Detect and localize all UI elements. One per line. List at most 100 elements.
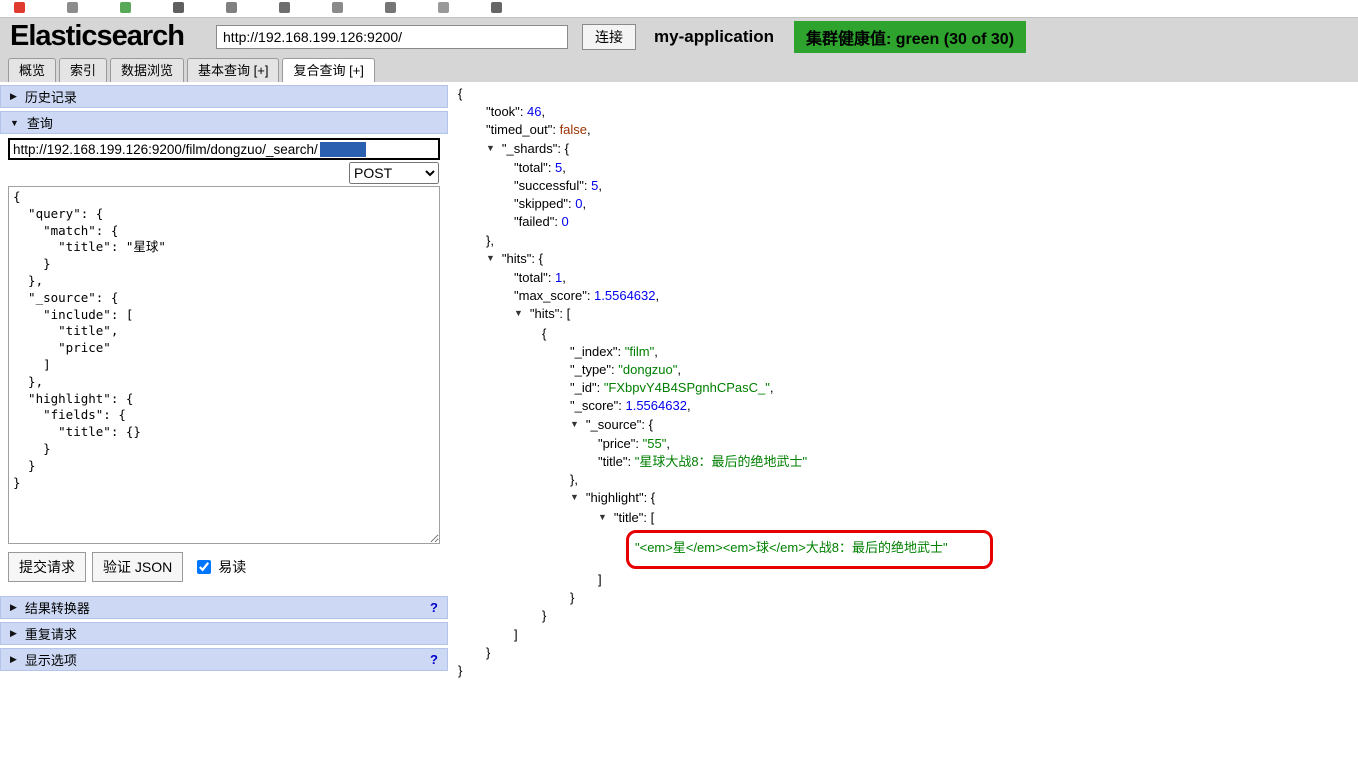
- base-url-input[interactable]: [216, 24, 569, 49]
- readable-toggle: 易读: [193, 557, 246, 577]
- help-icon[interactable]: ?: [430, 600, 438, 615]
- help-icon[interactable]: ?: [430, 652, 438, 667]
- json-key: "failed": [514, 214, 555, 230]
- json-punct: : {: [557, 140, 569, 156]
- request-url-input[interactable]: http://192.168.199.126:9200/film/dongzuo…: [8, 138, 440, 160]
- json-punct: :: [547, 159, 556, 175]
- collapse-toggle-icon[interactable]: ▼: [486, 249, 495, 267]
- json-line: "total": 5,: [450, 159, 993, 177]
- tab-overview[interactable]: 概览: [8, 58, 57, 82]
- json-punct: },: [486, 232, 494, 248]
- json-punct: : [: [559, 306, 571, 322]
- json-key: "_index": [570, 343, 618, 359]
- method-row: POST: [8, 162, 439, 184]
- json-line: "_score": 1.5564632,: [450, 397, 993, 415]
- tab-indices[interactable]: 索引: [59, 58, 108, 82]
- browser-favicon[interactable]: [173, 2, 184, 13]
- json-punct: ,: [686, 398, 691, 414]
- readable-checkbox[interactable]: [197, 560, 212, 574]
- json-key: "successful": [514, 178, 584, 194]
- collapse-toggle-icon[interactable]: ▼: [570, 415, 579, 433]
- collapse-toggle-icon[interactable]: ▼: [570, 488, 579, 506]
- section-repeat-request[interactable]: ▶ 重复请求: [0, 622, 448, 645]
- json-punct: },: [570, 472, 578, 488]
- json-punct: ]: [514, 626, 518, 642]
- collapse-toggle-icon[interactable]: ▼: [598, 508, 607, 526]
- json-line: ▼ "title": [: [450, 509, 993, 528]
- json-line: ▼ "_shards": {: [450, 140, 993, 159]
- json-line: }: [450, 644, 993, 662]
- browser-favicon[interactable]: [438, 2, 449, 13]
- validate-json-button[interactable]: 验证 JSON: [92, 552, 184, 582]
- section-history[interactable]: ▶ 历史记录: [0, 85, 448, 108]
- readable-label: 易读: [218, 559, 247, 575]
- section-label: 历史记录: [24, 90, 77, 105]
- json-line: "_type": "dongzuo",: [450, 361, 993, 379]
- json-line: },: [450, 471, 993, 489]
- json-punct: }: [570, 590, 575, 606]
- json-punct: : {: [643, 490, 656, 506]
- browser-favicon[interactable]: [385, 2, 396, 13]
- query-editor: http://192.168.199.126:9200/film/dongzuo…: [0, 137, 448, 596]
- json-line: ]: [450, 626, 993, 644]
- collapse-toggle-icon[interactable]: ▼: [486, 139, 495, 157]
- json-punct: :: [586, 288, 595, 304]
- request-url-value: http://192.168.199.126:9200/film/dongzuo…: [13, 141, 318, 157]
- tab-bar: 概览 索引 数据浏览 基本查询 [+] 复合查询 [+]: [0, 55, 1358, 82]
- json-line: }: [450, 589, 993, 607]
- json-line: "timed_out": false,: [450, 121, 993, 139]
- json-boolean: false: [559, 122, 588, 138]
- section-display-options[interactable]: ▶ 显示选项?: [0, 648, 448, 671]
- json-key: "_source": [585, 416, 642, 432]
- json-punct: ,: [562, 270, 566, 286]
- json-punct: }: [486, 644, 491, 660]
- json-line: "total": 1,: [450, 269, 993, 287]
- browser-favicon[interactable]: [14, 2, 25, 13]
- json-punct: :: [554, 214, 562, 230]
- json-key: "price": [598, 435, 636, 451]
- json-line: "_index": "film",: [450, 343, 993, 361]
- collapse-toggle-icon[interactable]: ▼: [514, 304, 523, 322]
- json-key: "skipped": [514, 196, 569, 212]
- browser-favicon[interactable]: [120, 2, 131, 13]
- tab-compound-query[interactable]: 复合查询 [+]: [282, 58, 375, 82]
- section-query[interactable]: ▼ 查询: [0, 111, 448, 134]
- section-label: 重复请求: [24, 627, 77, 642]
- browser-favicon[interactable]: [332, 2, 343, 13]
- method-select[interactable]: POST: [349, 162, 439, 184]
- tab-data-browser[interactable]: 数据浏览: [110, 58, 185, 82]
- json-punct: }: [542, 608, 547, 624]
- request-body-textarea[interactable]: [8, 186, 440, 544]
- browser-favicon[interactable]: [279, 2, 290, 13]
- result-json-tree: {"took": 46, "timed_out": false, ▼ "_shards…: [450, 85, 993, 680]
- section-label: 结果转换器: [24, 601, 90, 616]
- json-punct: {: [542, 325, 547, 341]
- json-punct: ]: [598, 572, 602, 588]
- cluster-name: my-application: [654, 26, 774, 46]
- browser-tab-strip: [0, 0, 1358, 17]
- json-punct: {: [458, 86, 463, 101]
- json-line: "took": 46,: [450, 103, 993, 121]
- json-line: }: [450, 662, 993, 680]
- json-punct: }: [458, 663, 463, 679]
- highlight-annotation-box: "<em>星</em><em>球</em>大战8：最后的绝地武士": [626, 529, 993, 570]
- tab-basic-query[interactable]: 基本查询 [+]: [187, 58, 280, 82]
- browser-favicon[interactable]: [226, 2, 237, 13]
- json-key: "timed_out": [486, 122, 553, 138]
- submit-request-button[interactable]: 提交请求: [8, 552, 86, 582]
- browser-favicon[interactable]: [67, 2, 78, 13]
- json-string: "星球大战8：最后的绝地武士": [634, 454, 808, 470]
- json-punct: :: [627, 454, 635, 470]
- browser-favicon[interactable]: [491, 2, 502, 13]
- connect-button[interactable]: 连接: [582, 23, 637, 50]
- json-line: "title": "星球大战8：最后的绝地武士": [450, 453, 993, 471]
- section-result-transformer[interactable]: ▶ 结果转换器?: [0, 596, 448, 619]
- json-key: "_shards": [501, 140, 558, 156]
- json-string: "FXbpvY4B4SPgnhCPasC_": [603, 380, 770, 396]
- json-line: "price": "55",: [450, 435, 993, 453]
- json-key: "total": [514, 159, 548, 175]
- json-line: {: [450, 325, 993, 343]
- json-line: "successful": 5,: [450, 177, 993, 195]
- json-key: "hits": [501, 250, 532, 266]
- json-punct: :: [552, 122, 560, 138]
